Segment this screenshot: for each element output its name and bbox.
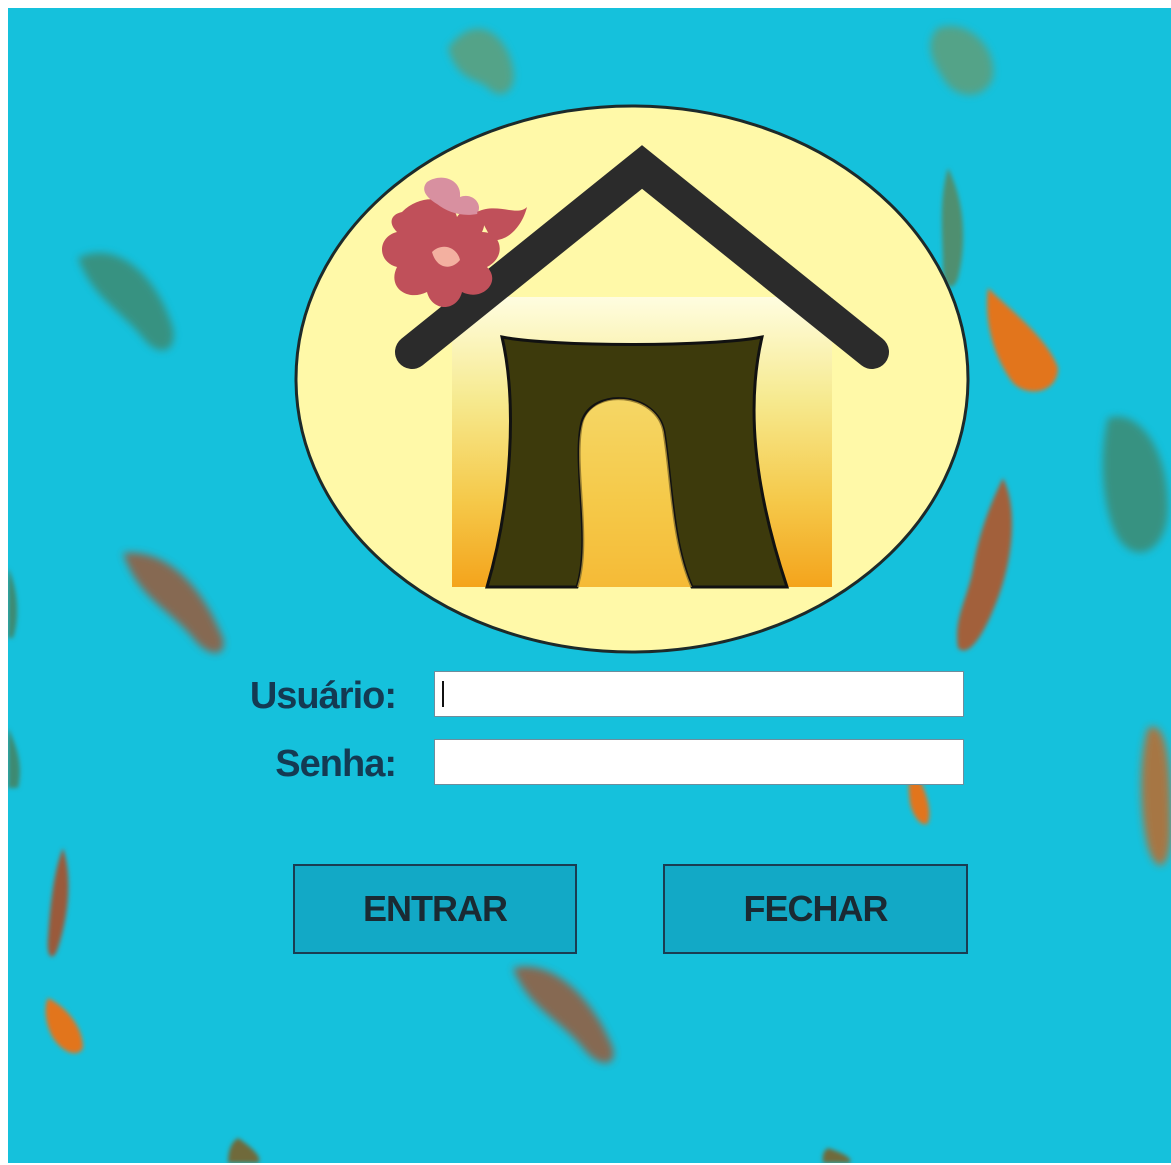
leaf-icon [822,1148,851,1163]
password-input[interactable] [434,739,964,785]
leaf-icon [513,966,614,1063]
leaf-icon [1102,416,1168,553]
leaf-icon [45,998,83,1054]
text-caret [442,681,444,707]
user-label: Usuário: [249,675,397,717]
leaf-icon [8,728,20,788]
password-label: Senha: [275,743,397,785]
leaf-icon [987,288,1058,392]
leaf-icon [78,252,174,351]
leaf-icon [1141,726,1171,866]
leaf-icon [228,1138,260,1163]
leaf-icon [47,848,69,957]
leaf-icon [8,568,18,638]
leaf-icon [930,26,994,95]
enter-button[interactable]: ENTRAR [293,864,577,954]
leaf-icon [448,28,514,95]
leaf-icon [123,552,224,653]
login-window: Usuário: Senha: ENTRAR FECHAR [8,8,1171,1163]
user-input[interactable] [434,671,964,717]
house-logo-icon [294,104,970,654]
close-button[interactable]: FECHAR [663,864,968,954]
